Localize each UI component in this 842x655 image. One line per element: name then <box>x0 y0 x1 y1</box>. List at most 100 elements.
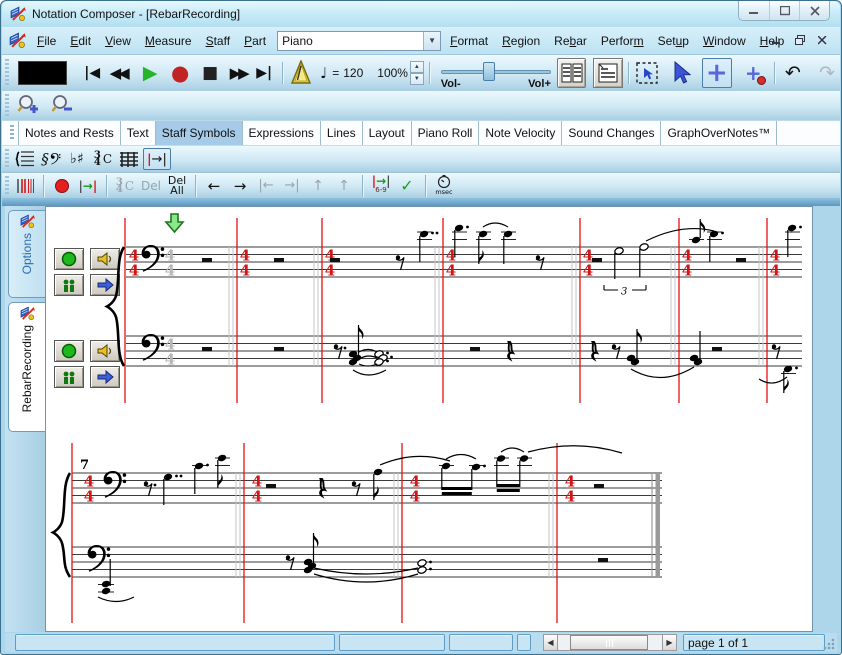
palette-tab-expressions[interactable]: Expressions <box>243 121 321 145</box>
msec-timer-button[interactable]: msec <box>432 175 456 197</box>
toolbar-grip[interactable] <box>5 59 9 88</box>
zoom-level-value[interactable]: 100% <box>377 66 408 80</box>
toolbar-grip[interactable] <box>5 149 9 170</box>
apply-button[interactable]: ✓ <box>395 175 419 197</box>
mdi-restore-button[interactable] <box>790 32 809 48</box>
resize-grip[interactable] <box>822 637 835 650</box>
clef-tool[interactable]: § <box>39 148 63 170</box>
maximize-button[interactable] <box>769 1 799 20</box>
augmentation-dot <box>390 356 393 359</box>
status-panel <box>517 634 531 651</box>
menu-item-measure[interactable]: Measure <box>138 31 199 51</box>
tempo-value[interactable]: 120 <box>343 66 363 80</box>
play-button[interactable]: ▶ <box>137 59 163 87</box>
palette-tab-lines[interactable]: Lines <box>321 121 363 145</box>
palette-tab-staff-symbols[interactable]: Staff Symbols <box>156 121 243 145</box>
palette-tab-note-velocity[interactable]: Note Velocity <box>479 121 562 145</box>
title-bar[interactable]: Notation Composer - [RebarRecording] <box>2 1 840 27</box>
metronome-button[interactable] <box>288 59 314 87</box>
scroll-right-arrow-icon[interactable]: ▶ <box>662 634 677 651</box>
volume-thumb[interactable] <box>483 62 495 81</box>
staff-brace-tool[interactable] <box>13 148 37 170</box>
sidebar-tab-options[interactable]: Options <box>8 210 45 298</box>
toolbar-grip[interactable] <box>5 94 9 117</box>
insert-note-tool[interactable]: + <box>702 58 732 88</box>
palette-tab-piano-roll[interactable]: Piano Roll <box>412 121 480 145</box>
score-canvas[interactable]: 7 3 44444444444444444444444444 <box>46 207 812 631</box>
volume-slider[interactable]: Vol- Vol+ <box>439 58 553 88</box>
redo-button[interactable]: ↷ <box>814 59 840 87</box>
palette-tab-layout[interactable]: Layout <box>363 121 412 145</box>
accidentals-tool[interactable]: ♭♯ <box>65 148 89 170</box>
scrollbar-track[interactable] <box>558 634 662 651</box>
goto-range-button[interactable]: |→| 6-9 <box>369 175 393 197</box>
augmentation-dot <box>180 475 183 478</box>
move-left-button[interactable]: ← <box>202 175 226 197</box>
zoom-out-button[interactable] <box>50 92 76 120</box>
rebar-tool[interactable]: | →| <box>143 148 171 170</box>
menu-item-edit[interactable]: Edit <box>63 31 98 51</box>
timesig-edit-tool[interactable]: 34 C <box>113 175 137 197</box>
mdi-close-button[interactable] <box>813 32 832 48</box>
zoom-in-button[interactable] <box>16 92 42 120</box>
slur <box>483 223 508 227</box>
menu-item-region[interactable]: Region <box>495 31 547 51</box>
cursor-arrow-icon <box>671 61 691 85</box>
menu-item-view[interactable]: View <box>98 31 138 51</box>
insertion-arrow-icon[interactable] <box>166 214 183 232</box>
rewind-button[interactable]: ◀◀ <box>105 59 131 87</box>
close-button[interactable] <box>799 1 829 20</box>
menu-item-setup[interactable]: Setup <box>651 31 696 51</box>
menu-item-staff[interactable]: Staff <box>199 31 237 51</box>
menu-item-perform[interactable]: Perform <box>594 31 651 51</box>
shift-up2-button[interactable]: ↑ <box>332 175 356 197</box>
barlines-tool[interactable] <box>13 175 37 197</box>
palette-tab-bar: Notes and RestsTextStaff SymbolsExpressi… <box>2 121 840 146</box>
stop-button[interactable]: ■ <box>197 59 223 87</box>
part-selector[interactable]: Piano ▼ <box>277 31 441 51</box>
palette-tab-text[interactable]: Text <box>121 121 156 145</box>
zoom-spinner[interactable]: ▲ ▼ <box>410 61 424 85</box>
marquee-select-tool[interactable] <box>634 59 660 87</box>
menu-item-rebar[interactable]: Rebar <box>547 31 594 51</box>
insert-record-tool[interactable]: + <box>738 59 769 87</box>
menu-item-window[interactable]: Window <box>696 31 753 51</box>
toolbar-grip[interactable] <box>10 125 14 141</box>
snap-left-button[interactable]: |← <box>254 175 278 197</box>
scroll-view-button[interactable] <box>593 58 623 88</box>
tap-barline-button[interactable]: |→| <box>76 175 100 197</box>
volume-track[interactable] <box>441 70 551 74</box>
record-rebar-button[interactable] <box>50 175 74 197</box>
palette-tab-graphovernotes-[interactable]: GraphOverNotes™ <box>661 121 777 145</box>
horizontal-scrollbar[interactable]: ◀ ▶ <box>543 634 677 651</box>
time-signature: 4 <box>165 351 175 369</box>
sidebar-tab-rebarrecording[interactable]: RebarRecording <box>8 302 45 432</box>
record-icon <box>55 179 69 193</box>
goto-start-button[interactable]: |◀ <box>79 59 105 87</box>
menu-item-format[interactable]: Format <box>443 31 495 51</box>
palette-tab-notes-and-rests[interactable]: Notes and Rests <box>18 121 121 145</box>
mdi-minimize-button[interactable] <box>767 32 786 48</box>
scrollbar-thumb[interactable] <box>570 635 648 650</box>
scroll-left-arrow-icon[interactable]: ◀ <box>543 634 558 651</box>
menu-item-part[interactable]: Part <box>237 31 273 51</box>
goto-end-button[interactable]: ▶| <box>251 59 277 87</box>
arrow-select-tool[interactable] <box>668 59 694 87</box>
palette-tab-sound-changes[interactable]: Sound Changes <box>562 121 661 145</box>
shift-up-button[interactable]: ↑ <box>306 175 330 197</box>
minimize-button[interactable] <box>739 1 769 20</box>
undo-button[interactable]: ↶ <box>780 59 806 87</box>
fast-forward-button[interactable]: ▶▶ <box>225 59 251 87</box>
barline-grid-tool[interactable] <box>117 148 141 170</box>
page-view-button[interactable] <box>557 58 587 88</box>
chevron-down-icon[interactable]: ▼ <box>423 32 440 50</box>
record-button[interactable]: ● <box>167 59 193 87</box>
time-signature-tool[interactable]: 34 C <box>91 148 115 170</box>
move-right-button[interactable]: → <box>228 175 252 197</box>
delete-all-barlines-button[interactable]: DelAll <box>165 175 189 197</box>
toolbar-grip[interactable] <box>5 176 9 196</box>
delete-barline-button[interactable]: Del <box>139 175 163 197</box>
snap-right-button[interactable]: →| <box>280 175 304 197</box>
augmentation-dot <box>795 367 798 370</box>
menu-item-file[interactable]: File <box>30 31 63 51</box>
